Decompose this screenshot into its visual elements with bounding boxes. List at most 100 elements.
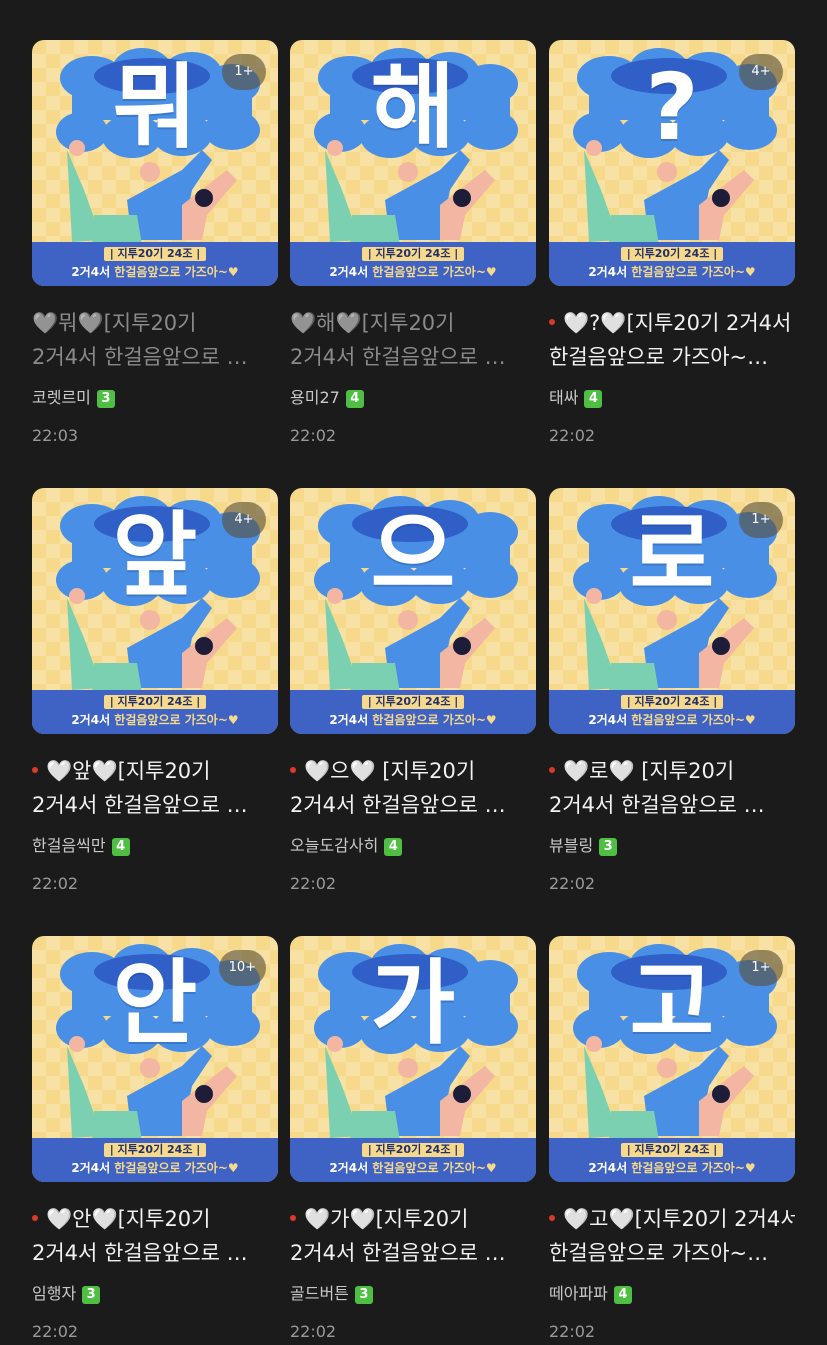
post-author[interactable]: 뷰블링 3 xyxy=(549,834,795,858)
post-time: 22:02 xyxy=(32,1322,79,1341)
author-name: 오늘도감사히 xyxy=(290,836,379,855)
post-title[interactable]: 🤍안🤍[지투20기 2거4서 한걸음앞으로 … xyxy=(32,1202,278,1270)
banner-group-label: | 지투20기 24조 | xyxy=(103,247,207,261)
image-count-badge: 1+ xyxy=(739,502,783,538)
post-title-line: 🤍으🤍 [지투20기 xyxy=(290,754,536,788)
post-title-line: 🤍고🤍[지투20기 2거4서 xyxy=(549,1202,795,1236)
banner-group-label: | 지투20기 24조 | xyxy=(361,695,465,709)
post-title[interactable]: 🤍가🤍[지투20기 2거4서 한걸음앞으로 … xyxy=(290,1202,536,1270)
banner-slogan: 2거4서 한걸음앞으로 가즈아~♥ xyxy=(71,713,239,727)
banner-slogan: 2거4서 한걸음앞으로 가즈아~♥ xyxy=(329,265,497,279)
post-author[interactable]: 코렛르미 3 xyxy=(32,386,278,410)
post-grid: 뭐 1+ | 지투20기 24조 | 2거4서 한걸음앞으로 가즈아~♥ 🩶뭐🩶… xyxy=(0,0,827,1345)
post-time: 22:02 xyxy=(32,874,79,893)
member-level-badge: 4 xyxy=(345,390,364,408)
thumbnail-banner: | 지투20기 24조 | 2거4서 한걸음앞으로 가즈아~♥ xyxy=(549,242,795,286)
post-card[interactable]: 앞 4+ | 지투20기 24조 | 2거4서 한걸음앞으로 가즈아~♥ 🤍앞🤍… xyxy=(32,488,278,894)
new-post-dot xyxy=(32,767,38,773)
post-title-line: 🩶해🩶[지투20기 xyxy=(290,311,455,335)
post-card[interactable]: 로 1+ | 지투20기 24조 | 2거4서 한걸음앞으로 가즈아~♥ 🤍로🤍… xyxy=(549,488,795,894)
banner-group-label: | 지투20기 24조 | xyxy=(103,1143,207,1157)
author-name: 한걸음씩만 xyxy=(32,836,106,855)
post-author[interactable]: 떼아파파 4 xyxy=(549,1282,795,1306)
post-author[interactable]: 태싸 4 xyxy=(549,386,795,410)
post-title-line: 2거4서 한걸음앞으로 … xyxy=(290,1241,506,1265)
post-title[interactable]: 🩶해🩶[지투20기 2거4서 한걸음앞으로 … xyxy=(290,306,536,374)
post-thumbnail[interactable]: 안 10+ | 지투20기 24조 | 2거4서 한걸음앞으로 가즈아~♥ xyxy=(32,936,278,1182)
image-count-badge: 4+ xyxy=(222,502,266,538)
member-level-badge: 4 xyxy=(111,838,130,856)
image-count-badge: 1+ xyxy=(222,54,266,90)
post-title[interactable]: 🤍로🤍 [지투20기 2거4서 한걸음앞으로 … xyxy=(549,754,795,822)
thumbnail-banner: | 지투20기 24조 | 2거4서 한걸음앞으로 가즈아~♥ xyxy=(32,1138,278,1182)
banner-group-label: | 지투20기 24조 | xyxy=(620,695,724,709)
post-author[interactable]: 한걸음씩만 4 xyxy=(32,834,278,858)
post-title[interactable]: 🤍?🤍[지투20기 2거4서 한걸음앞으로 가즈아~… xyxy=(549,306,795,374)
post-author[interactable]: 용미27 4 xyxy=(290,386,536,410)
post-title-line: 2거4서 한걸음앞으로 … xyxy=(32,1241,248,1265)
post-author[interactable]: 임행자 3 xyxy=(32,1282,278,1306)
post-title[interactable]: 🤍고🤍[지투20기 2거4서 한걸음앞으로 가즈아~… xyxy=(549,1202,795,1270)
post-time: 22:02 xyxy=(290,1322,337,1341)
new-post-dot xyxy=(290,767,296,773)
author-name: 코렛르미 xyxy=(32,388,91,407)
post-card[interactable]: 해 | 지투20기 24조 | 2거4서 한걸음앞으로 가즈아~♥ 🩶해🩶[지투… xyxy=(290,40,536,446)
post-thumbnail[interactable]: 고 1+ | 지투20기 24조 | 2거4서 한걸음앞으로 가즈아~♥ xyxy=(549,936,795,1182)
post-card[interactable]: 가 | 지투20기 24조 | 2거4서 한걸음앞으로 가즈아~♥ 🤍가🤍[지투… xyxy=(290,936,536,1342)
post-title-line: 2거4서 한걸음앞으로 … xyxy=(32,793,248,817)
author-name: 임행자 xyxy=(32,1284,77,1303)
post-title-line: 한걸음앞으로 가즈아~… xyxy=(549,1241,769,1265)
post-card[interactable]: ? 4+ | 지투20기 24조 | 2거4서 한걸음앞으로 가즈아~♥ 🤍?🤍… xyxy=(549,40,795,446)
post-title-line: 🤍?🤍[지투20기 2거4서 xyxy=(549,306,795,340)
post-thumbnail[interactable]: 해 | 지투20기 24조 | 2거4서 한걸음앞으로 가즈아~♥ xyxy=(290,40,536,286)
thumbnail-banner: | 지투20기 24조 | 2거4서 한걸음앞으로 가즈아~♥ xyxy=(549,1138,795,1182)
post-title-line: 2거4서 한걸음앞으로 … xyxy=(290,345,506,369)
post-title-line: 2거4서 한걸음앞으로 … xyxy=(32,345,248,369)
post-time: 22:02 xyxy=(549,874,596,893)
image-count-badge: 4+ xyxy=(739,54,783,90)
post-thumbnail[interactable]: 로 1+ | 지투20기 24조 | 2거4서 한걸음앞으로 가즈아~♥ xyxy=(549,488,795,734)
post-author[interactable]: 골드버튼 3 xyxy=(290,1282,536,1306)
thumbnail-banner: | 지투20기 24조 | 2거4서 한걸음앞으로 가즈아~♥ xyxy=(32,690,278,734)
post-time: 22:02 xyxy=(549,1322,596,1341)
post-card[interactable]: 으 | 지투20기 24조 | 2거4서 한걸음앞으로 가즈아~♥ 🤍으🤍 [지… xyxy=(290,488,536,894)
banner-slogan: 2거4서 한걸음앞으로 가즈아~♥ xyxy=(71,1161,239,1175)
post-title[interactable]: 🤍앞🤍[지투20기 2거4서 한걸음앞으로 … xyxy=(32,754,278,822)
new-post-dot xyxy=(549,319,555,325)
post-headline-char: 해 xyxy=(370,54,456,161)
author-name: 용미27 xyxy=(290,388,340,407)
post-title-line: 2거4서 한걸음앞으로 … xyxy=(549,793,765,817)
post-thumbnail[interactable]: 앞 4+ | 지투20기 24조 | 2거4서 한걸음앞으로 가즈아~♥ xyxy=(32,488,278,734)
banner-slogan: 2거4서 한걸음앞으로 가즈아~♥ xyxy=(588,265,756,279)
post-card[interactable]: 뭐 1+ | 지투20기 24조 | 2거4서 한걸음앞으로 가즈아~♥ 🩶뭐🩶… xyxy=(32,40,278,446)
thumbnail-banner: | 지투20기 24조 | 2거4서 한걸음앞으로 가즈아~♥ xyxy=(549,690,795,734)
banner-slogan: 2거4서 한걸음앞으로 가즈아~♥ xyxy=(71,265,239,279)
post-title[interactable]: 🤍으🤍 [지투20기 2거4서 한걸음앞으로 … xyxy=(290,754,536,822)
post-title-line: 🤍가🤍[지투20기 xyxy=(290,1202,536,1236)
member-level-badge: 4 xyxy=(613,1286,632,1304)
post-title-line: 🩶뭐🩶[지투20기 xyxy=(32,311,197,335)
member-level-badge: 3 xyxy=(354,1286,373,1304)
post-title[interactable]: 🩶뭐🩶[지투20기 2거4서 한걸음앞으로 … xyxy=(32,306,278,374)
post-thumbnail[interactable]: 으 | 지투20기 24조 | 2거4서 한걸음앞으로 가즈아~♥ xyxy=(290,488,536,734)
post-author[interactable]: 오늘도감사히 4 xyxy=(290,834,536,858)
post-headline-char: 가 xyxy=(370,950,456,1057)
post-title-line: 🤍안🤍[지투20기 xyxy=(32,1202,278,1236)
post-title-line: 한걸음앞으로 가즈아~… xyxy=(549,345,769,369)
post-card[interactable]: 안 10+ | 지투20기 24조 | 2거4서 한걸음앞으로 가즈아~♥ 🤍안… xyxy=(32,936,278,1342)
post-thumbnail[interactable]: 가 | 지투20기 24조 | 2거4서 한걸음앞으로 가즈아~♥ xyxy=(290,936,536,1182)
banner-slogan: 2거4서 한걸음앞으로 가즈아~♥ xyxy=(329,713,497,727)
new-post-dot xyxy=(549,767,555,773)
banner-group-label: | 지투20기 24조 | xyxy=(620,1143,724,1157)
author-name: 태싸 xyxy=(549,388,579,407)
post-title-line: 🤍앞🤍[지투20기 xyxy=(32,754,278,788)
post-thumbnail[interactable]: 뭐 1+ | 지투20기 24조 | 2거4서 한걸음앞으로 가즈아~♥ xyxy=(32,40,278,286)
post-card[interactable]: 고 1+ | 지투20기 24조 | 2거4서 한걸음앞으로 가즈아~♥ 🤍고🤍… xyxy=(549,936,795,1342)
member-level-badge: 3 xyxy=(599,838,618,856)
thumbnail-banner: | 지투20기 24조 | 2거4서 한걸음앞으로 가즈아~♥ xyxy=(290,690,536,734)
post-thumbnail[interactable]: ? 4+ | 지투20기 24조 | 2거4서 한걸음앞으로 가즈아~♥ xyxy=(549,40,795,286)
banner-slogan: 2거4서 한걸음앞으로 가즈아~♥ xyxy=(588,713,756,727)
member-level-badge: 4 xyxy=(384,838,403,856)
post-title-line: 🤍로🤍 [지투20기 xyxy=(549,754,795,788)
banner-slogan: 2거4서 한걸음앞으로 가즈아~♥ xyxy=(588,1161,756,1175)
